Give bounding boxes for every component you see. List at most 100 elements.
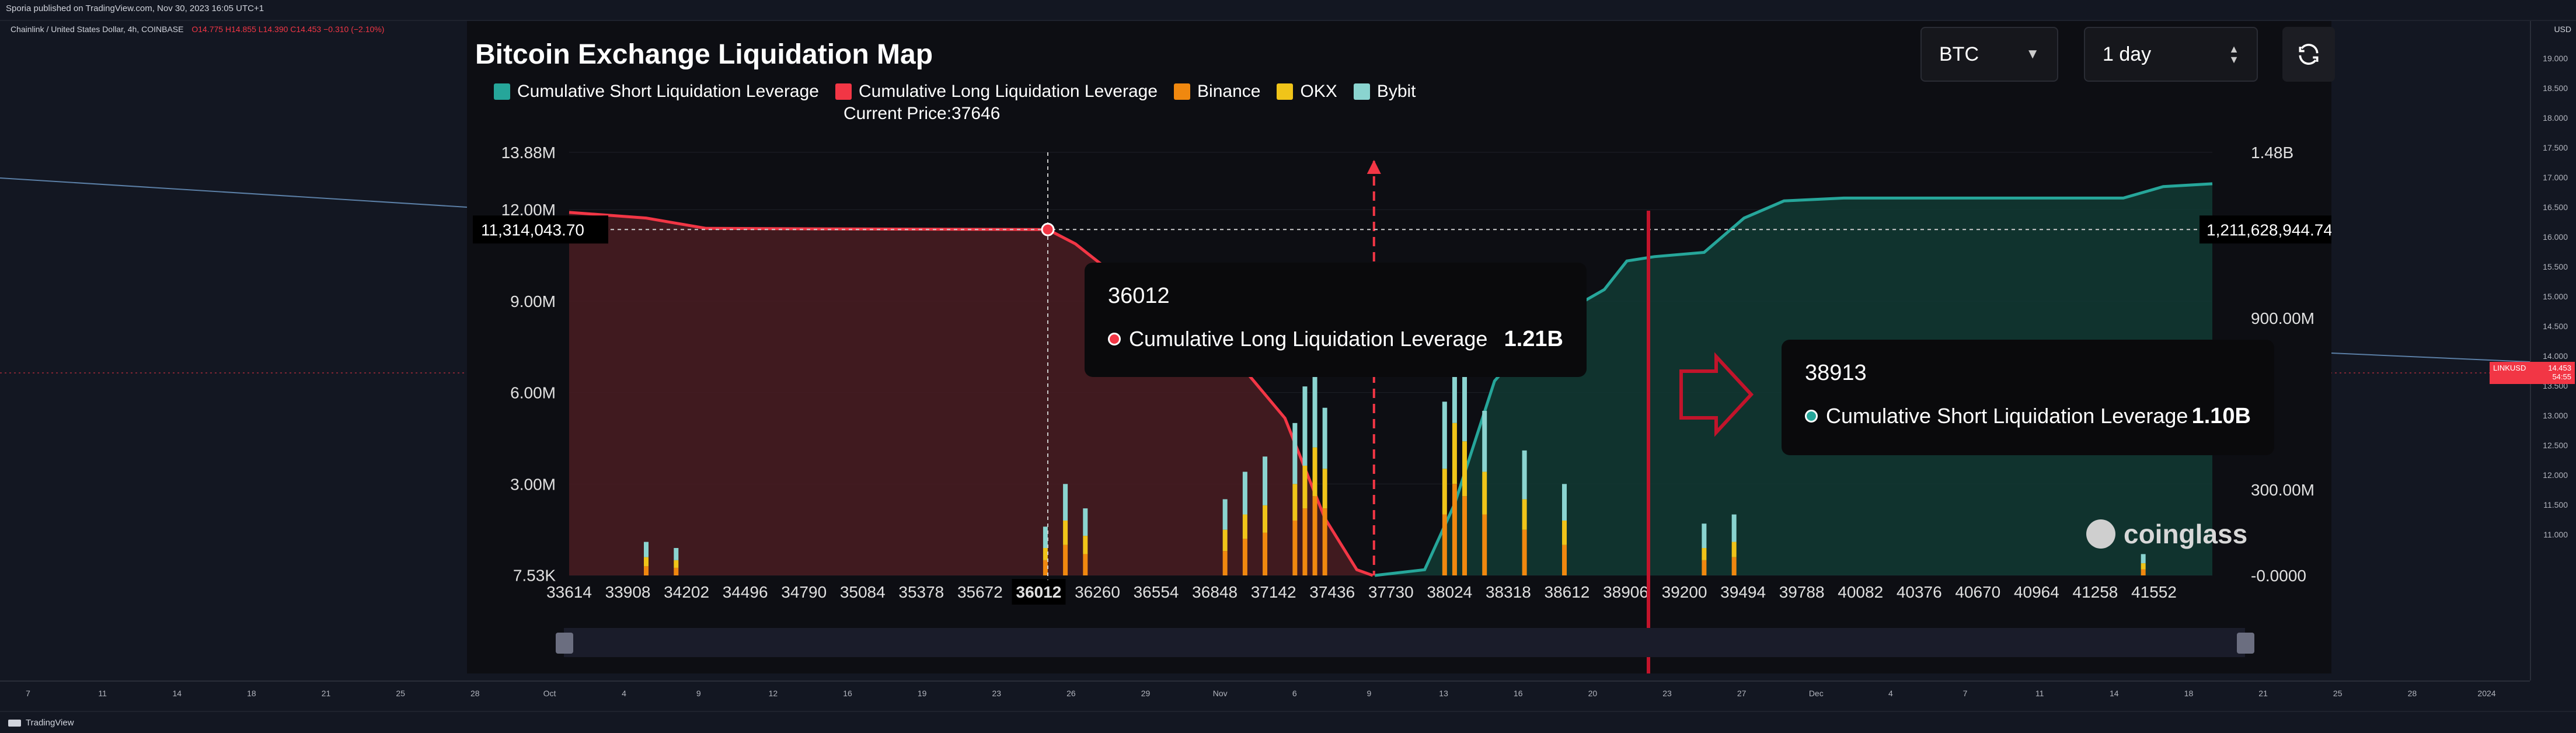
exchange-bar[interactable] [2141,569,2146,575]
left-axis-label: 7.53K [513,567,556,585]
exchange-bar[interactable] [1731,542,1737,557]
time-axis[interactable]: 7 11 14 18 21 25 28 Oct 4 9 12 16 19 23 26 29 Nov 6 9 13 16 2… [0,680,2530,711]
legend-item[interactable]: Bybit [1353,82,1416,102]
exchange-bar[interactable] [1043,526,1048,548]
exchange-bar[interactable] [1442,469,1447,515]
time-tick: 16 [1513,689,1523,698]
exchange-bar[interactable] [1063,544,1068,575]
exchange-bar[interactable] [1482,514,1487,575]
exchange-bar[interactable] [1263,532,1268,575]
exchange-bar[interactable] [1242,539,1247,575]
exchange-bar[interactable] [1522,450,1527,500]
time-tick: 13 [1439,689,1448,698]
legend-item[interactable]: Binance [1174,82,1260,102]
price-tick: 12.500 [2543,441,2568,450]
exchange-bar[interactable] [1312,496,1317,575]
currency-label: USD [2554,25,2571,34]
time-tick: 21 [321,689,331,698]
price-tick: 16.000 [2543,232,2568,242]
exchange-bar[interactable] [1562,544,1567,575]
x-tick-label: 36260 [1075,583,1120,601]
exchange-bar[interactable] [1702,547,1707,560]
exchange-bar[interactable] [1302,465,1308,509]
exchange-bar[interactable] [1263,505,1268,533]
x-tick-label: 40670 [1955,583,2000,601]
exchange-bar[interactable] [674,567,679,575]
price-tick: 17.000 [2543,173,2568,182]
price-tag-countdown: 54:55 [2552,372,2571,381]
range-slider-track[interactable] [564,628,2245,657]
exchange-bar[interactable] [1063,520,1068,545]
time-tick: 4 [622,689,626,698]
exchange-bar[interactable] [1292,520,1298,575]
price-tick: 11.000 [2543,530,2568,539]
exchange-bar[interactable] [1322,469,1327,509]
crosshair-right-label: 1,211,628,944.74 [2206,221,2331,239]
exchange-bar[interactable] [1312,447,1317,497]
exchange-bar[interactable] [1482,472,1487,515]
exchange-bar[interactable] [1043,560,1048,575]
exchange-bar[interactable] [643,542,649,557]
x-tick-label: 34496 [723,583,768,601]
time-tick: 9 [696,689,701,698]
exchange-bar[interactable] [674,560,679,568]
legend-label: Binance [1197,82,1261,101]
legend-item[interactable]: Cumulative Long Liquidation Leverage [835,82,1158,102]
exchange-bar[interactable] [1302,508,1308,575]
exchange-bar[interactable] [2141,554,2146,564]
tooltip-price: 36012 [1108,284,1170,308]
legend-item[interactable]: OKX [1277,82,1337,102]
exchange-bar[interactable] [1083,554,1088,575]
exchange-bar[interactable] [1452,484,1457,575]
x-tick-label: 39200 [1662,583,1707,601]
range-slider-left-handle[interactable] [556,633,573,654]
exchange-bar[interactable] [1731,557,1737,575]
range-slider-right-handle[interactable] [2237,633,2254,654]
exchange-bar[interactable] [1222,529,1228,552]
exchange-bar[interactable] [1242,472,1247,515]
time-tick: 16 [843,689,852,698]
exchange-bar[interactable] [1292,484,1298,521]
exchange-bar[interactable] [1562,484,1567,521]
time-tick: 18 [2184,689,2194,698]
time-tick: 29 [1141,689,1151,698]
tooltip-value: 1.21B [1504,327,1563,351]
exchange-bar[interactable] [674,547,679,560]
exchange-bar[interactable] [1242,514,1247,539]
price-axis[interactable]: USD 19.000 18.500 18.000 17.500 17.000 16.500… [2530,21,2576,680]
exchange-bar[interactable] [1452,423,1457,484]
exchange-bar[interactable] [1322,407,1327,469]
exchange-bar[interactable] [1702,523,1707,548]
exchange-bar[interactable] [1462,496,1467,575]
exchange-bar[interactable] [643,557,649,567]
exchange-bar[interactable] [643,566,649,575]
exchange-bar[interactable] [2141,563,2146,570]
price-tick: 19.000 [2543,54,2568,63]
exchange-bar[interactable] [1731,514,1737,542]
exchange-bar[interactable] [1083,508,1088,536]
time-tick: 7 [26,689,30,698]
legend-item[interactable]: Cumulative Short Liquidation Leverage [494,82,819,102]
x-tick-label: 33908 [605,583,651,601]
exchange-bar[interactable] [1222,499,1228,530]
exchange-bar[interactable] [1263,456,1268,505]
time-tick: 28 [470,689,480,698]
exchange-bar[interactable] [1462,441,1467,497]
exchange-bar[interactable] [1302,386,1308,466]
exchange-bar[interactable] [1482,410,1487,472]
exchange-bar[interactable] [1322,508,1327,575]
exchange-bar[interactable] [1702,560,1707,575]
exchange-bar[interactable] [1522,499,1527,530]
time-tick: 4 [1888,689,1893,698]
exchange-bar[interactable] [1292,423,1298,484]
exchange-bar[interactable] [1043,547,1048,560]
exchange-bar[interactable] [1442,402,1447,469]
tradingview-footer: TradingView [0,711,2576,733]
exchange-bar[interactable] [1562,520,1567,545]
exchange-bar[interactable] [1222,551,1228,575]
exchange-bar[interactable] [1063,484,1068,521]
exchange-bar[interactable] [1522,529,1527,575]
exchange-bar[interactable] [1442,514,1447,575]
current-price-label: Current Price:37646 [843,104,1001,123]
exchange-bar[interactable] [1083,536,1088,554]
